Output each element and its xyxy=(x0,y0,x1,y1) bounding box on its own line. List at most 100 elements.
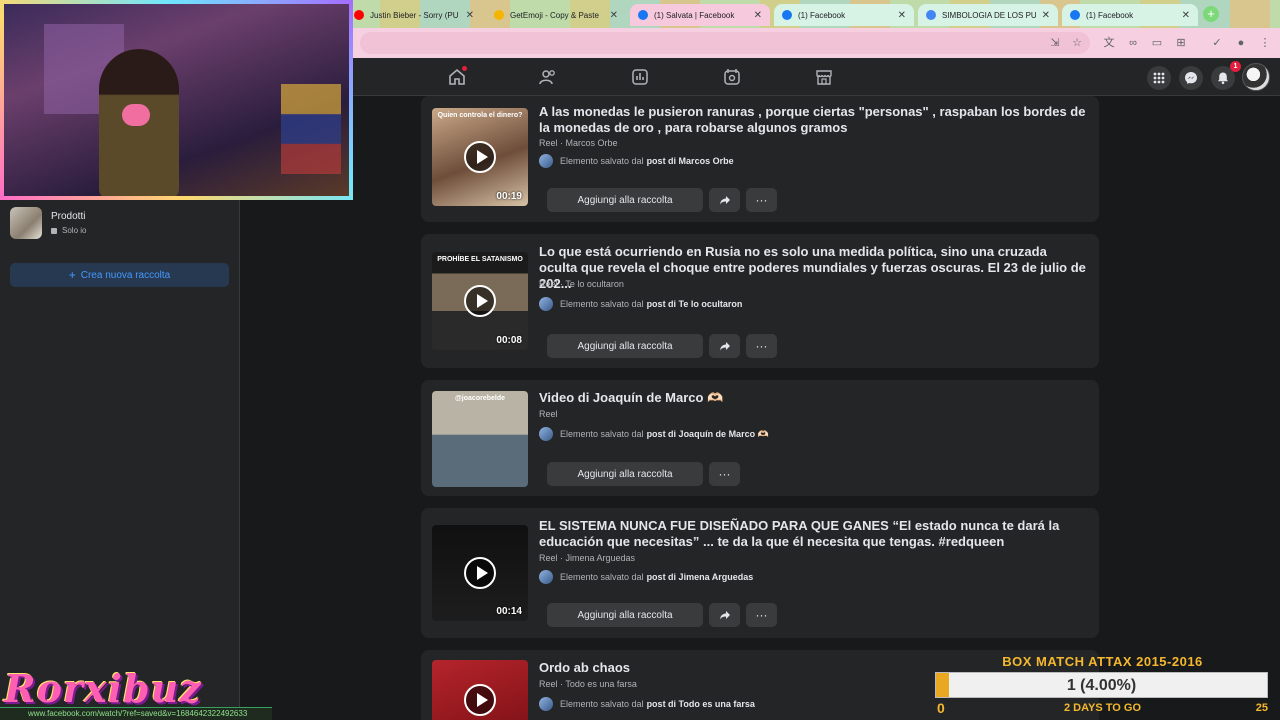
author-avatar[interactable] xyxy=(539,697,553,711)
tab-title: (1) Facebook xyxy=(1086,10,1134,20)
tab-title: (1) Facebook xyxy=(798,10,846,20)
youtube-favicon-icon xyxy=(354,10,364,20)
close-tab-icon[interactable]: ✕ xyxy=(1182,10,1190,21)
bookmark-star-icon[interactable]: ☆ xyxy=(1070,36,1084,50)
thumbnail-caption: PROHÍBE EL SATANISMO xyxy=(437,256,523,263)
saved-source-link[interactable]: post di Marcos Orbe xyxy=(647,156,734,166)
item-type: Reel xyxy=(539,138,558,148)
groups-icon[interactable] xyxy=(723,68,741,86)
saved-item-title[interactable]: Video di Joaquín de Marco 🫶🏻 xyxy=(539,390,1087,406)
close-tab-icon[interactable]: ✕ xyxy=(1042,10,1050,21)
video-duration: 00:14 xyxy=(496,606,522,617)
add-to-collection-button[interactable]: Aggiungi alla raccolta xyxy=(547,188,703,212)
saved-source-link[interactable]: post di Joaquín de Marco 🫶🏻 xyxy=(647,429,769,440)
collection-privacy: Solo io xyxy=(51,226,86,235)
video-thumbnail[interactable]: @joacorebelde xyxy=(432,391,528,487)
channel-logo: Rorxibuz xyxy=(4,666,202,711)
more-options-button[interactable]: ··· xyxy=(746,188,777,212)
install-app-icon[interactable]: ⇲ xyxy=(1048,36,1062,50)
video-thumbnail[interactable] xyxy=(432,660,528,720)
facebook-favicon-icon xyxy=(638,10,648,20)
browser-tab-active[interactable]: (1) Salvata | Facebook ✕ xyxy=(630,4,770,26)
saved-source-link[interactable]: post di Jimena Arguedas xyxy=(647,572,754,582)
address-bar[interactable] xyxy=(360,32,1090,54)
browser-tab[interactable]: SIMBOLOGIA DE LOS PU ✕ xyxy=(918,4,1058,26)
close-tab-icon[interactable]: ✕ xyxy=(898,10,906,21)
share-button[interactable] xyxy=(709,188,740,212)
meta-separator: · xyxy=(557,553,566,563)
video-thumbnail[interactable]: PROHÍBE EL SATANISMO 00:08 xyxy=(432,252,528,350)
more-options-button[interactable]: ··· xyxy=(709,462,740,486)
extension-tick-icon[interactable]: ✓ xyxy=(1210,36,1224,50)
saved-item-title[interactable]: A las monedas le pusieron ranuras , porq… xyxy=(539,104,1087,136)
close-tab-icon[interactable]: ✕ xyxy=(610,10,618,21)
browser-tab[interactable]: Justin Bieber - Sorry (PU ✕ xyxy=(346,4,482,26)
saved-from-line: Elemento salvato dal post di Todo es una … xyxy=(539,697,755,711)
menu-grid-icon xyxy=(1153,72,1165,84)
translate-icon[interactable]: 文 xyxy=(1102,36,1116,50)
more-options-button[interactable]: ··· xyxy=(746,603,777,627)
item-author[interactable]: Marcos Orbe xyxy=(566,138,618,148)
saved-item-card[interactable]: Quien controla el dinero? 00:19 A las mone… xyxy=(421,96,1099,222)
create-collection-button[interactable]: + Crea nuova raccolta xyxy=(10,263,229,287)
video-duration: 00:08 xyxy=(496,335,522,346)
goal-title: BOX MATCH ATTAX 2015-2016 xyxy=(1002,654,1203,669)
profile-icon[interactable]: ● xyxy=(1234,36,1248,50)
goal-value: 1 (4.00%) xyxy=(1066,677,1137,694)
saved-source-link[interactable]: post di Te lo ocultaron xyxy=(647,299,743,309)
browser-menu-icon[interactable]: ⋮ xyxy=(1258,36,1272,50)
item-author[interactable]: Todo es una farsa xyxy=(565,679,637,689)
link-icon[interactable]: ∞ xyxy=(1126,36,1140,50)
saved-item-card[interactable]: PROHÍBE EL SATANISMO 00:08 Lo que está ocu… xyxy=(421,234,1099,368)
author-avatar[interactable] xyxy=(539,427,553,441)
play-icon[interactable] xyxy=(464,285,496,317)
new-tab-button[interactable]: + xyxy=(1203,6,1219,22)
getemoji-favicon-icon xyxy=(494,10,504,20)
saved-prefix: Elemento salvato dal xyxy=(560,299,644,309)
saved-item-card[interactable]: 00:14 EL SISTEMA NUNCA FUE DISEÑADO PARA … xyxy=(421,508,1099,638)
browser-tab[interactable]: (1) Facebook ✕ xyxy=(1062,4,1198,26)
share-button[interactable] xyxy=(709,603,740,627)
saved-from-line: Elemento salvato dal post di Jimena Argue… xyxy=(539,570,753,584)
author-avatar[interactable] xyxy=(539,297,553,311)
account-avatar[interactable] xyxy=(1242,63,1270,91)
video-duration: 00:19 xyxy=(496,191,522,202)
video-thumbnail[interactable]: 00:14 xyxy=(432,525,528,621)
saved-from-line: Elemento salvato dal post di Joaquín de M… xyxy=(539,427,769,441)
saved-source-link[interactable]: post di Todo es una farsa xyxy=(647,699,755,709)
collection-item-prodotti[interactable]: Prodotti Solo io xyxy=(10,206,230,240)
goal-progress-bar: 1 (4.00%) xyxy=(935,672,1268,698)
bell-icon xyxy=(1218,72,1228,85)
author-avatar[interactable] xyxy=(539,570,553,584)
extension-icon[interactable]: ⊞ xyxy=(1174,36,1188,50)
author-avatar[interactable] xyxy=(539,154,553,168)
lock-icon xyxy=(51,227,57,234)
tab-title: GetEmoji - Copy & Paste xyxy=(510,10,599,20)
close-tab-icon[interactable]: ✕ xyxy=(466,10,474,21)
feeds-icon[interactable] xyxy=(631,68,649,86)
marketplace-icon[interactable] xyxy=(815,68,833,86)
browser-tab[interactable]: (1) Facebook ✕ xyxy=(774,4,914,26)
play-icon[interactable] xyxy=(464,557,496,589)
saved-item-title[interactable]: EL SISTEMA NUNCA FUE DISEÑADO PARA QUE G… xyxy=(539,518,1087,550)
reader-icon[interactable]: ▭ xyxy=(1150,36,1164,50)
browser-tab[interactable]: GetEmoji - Copy & Paste ✕ xyxy=(486,4,626,26)
item-author[interactable]: Te lo ocultaron xyxy=(565,279,624,289)
menu-grid-button[interactable] xyxy=(1147,66,1171,90)
video-thumbnail[interactable]: Quien controla el dinero? 00:19 xyxy=(432,108,528,206)
share-button[interactable] xyxy=(709,334,740,358)
friends-icon[interactable] xyxy=(539,68,557,86)
close-tab-icon[interactable]: ✕ xyxy=(754,10,762,21)
item-author[interactable]: Jimena Arguedas xyxy=(566,553,636,563)
add-to-collection-button[interactable]: Aggiungi alla raccolta xyxy=(547,334,703,358)
more-options-button[interactable]: ··· xyxy=(746,334,777,358)
saved-prefix: Elemento salvato dal xyxy=(560,429,644,439)
add-to-collection-button[interactable]: Aggiungi alla raccolta xyxy=(547,603,703,627)
play-icon[interactable] xyxy=(464,141,496,173)
stream-goal-widget: BOX MATCH ATTAX 2015-2016 1 (4.00%) 0 2 … xyxy=(935,652,1270,720)
add-to-collection-button[interactable]: Aggiungi alla raccolta xyxy=(547,462,703,486)
saved-item-card[interactable]: @joacorebelde Video di Joaquín de Marco 🫶… xyxy=(421,380,1099,496)
messenger-button[interactable] xyxy=(1179,66,1203,90)
play-icon[interactable] xyxy=(464,684,496,716)
saved-from-line: Elemento salvato dal post di Marcos Orbe xyxy=(539,154,734,168)
